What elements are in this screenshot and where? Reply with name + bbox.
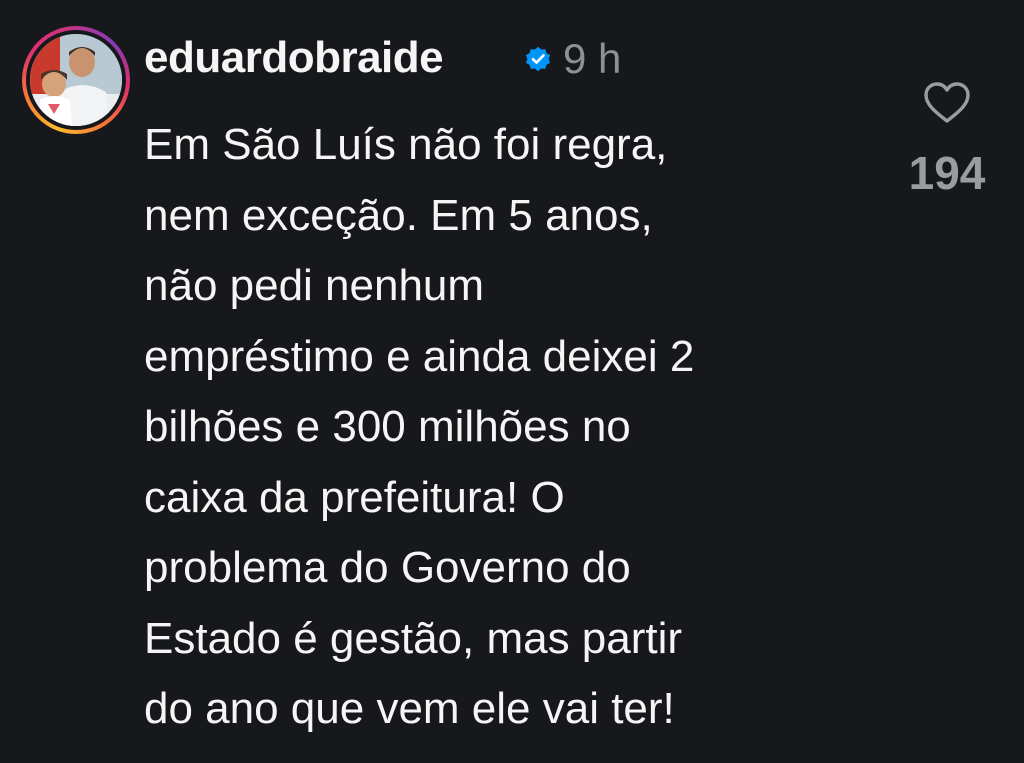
avatar-photo xyxy=(30,34,122,126)
verified-badge-icon xyxy=(525,46,551,72)
story-ring[interactable] xyxy=(22,26,130,134)
comment-text-line: caixa da prefeitura! O xyxy=(144,472,565,522)
comment-text-line: do ano que vem ele vai ter! xyxy=(144,684,675,733)
comment-item: eduardobraide 9 h Em São Luís não foi re… xyxy=(0,0,1024,763)
heart-outline-icon[interactable] xyxy=(922,80,972,126)
comment-text-line: não pedi nenhum xyxy=(144,261,485,310)
comment-text-line: bilhões e 300 milhões no xyxy=(144,402,631,451)
like-count: 194 xyxy=(908,147,986,199)
comment-text-line: empréstimo e ainda deixei 2 xyxy=(144,331,695,381)
comment-username[interactable]: eduardobraide xyxy=(144,33,444,83)
comment-text-line: nem exceção. Em 5 anos, xyxy=(144,190,653,240)
comment-timestamp: 9 h xyxy=(563,35,622,82)
comment-text-line: Em São Luís não foi regra, xyxy=(144,120,668,169)
avatar[interactable] xyxy=(30,34,122,126)
comment-text-line: problema do Governo do xyxy=(144,543,631,592)
comment-text: Em São Luís não foi regra, nem exceção. … xyxy=(144,110,874,745)
comment-text-line: Estado é gestão, mas partir xyxy=(144,613,683,663)
avatar-gap xyxy=(26,30,126,130)
